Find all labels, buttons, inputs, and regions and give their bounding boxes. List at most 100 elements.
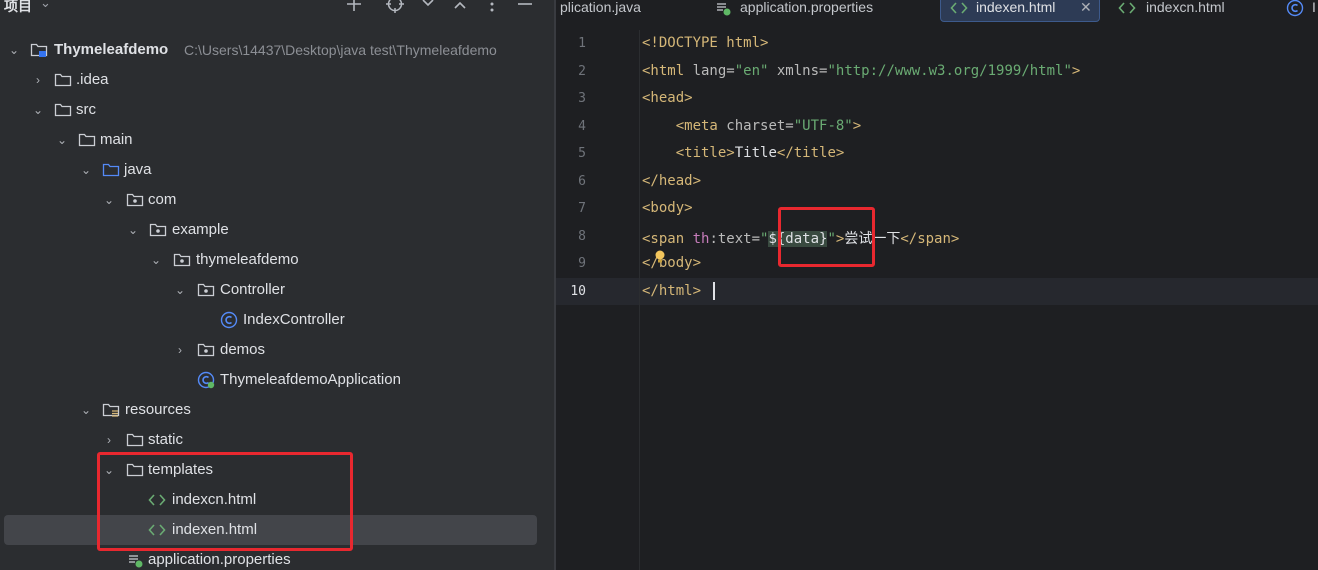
collapse-all-icon[interactable] [450, 0, 470, 14]
more-icon[interactable] [482, 0, 502, 14]
lightbulb-icon[interactable] [654, 250, 665, 263]
package-icon [197, 341, 215, 359]
tab-overflow-class[interactable]: I [1286, 0, 1318, 20]
chevron-down-icon[interactable]: ⌄ [54, 132, 70, 148]
code-token: </head> [642, 172, 702, 189]
chevron-right-icon[interactable]: › [101, 432, 117, 448]
tab-label: I [1312, 0, 1316, 15]
code-token: "en" [734, 62, 769, 79]
code-line[interactable]: </html> [642, 283, 701, 299]
tab-application-java[interactable]: plication.java [560, 0, 690, 20]
line-number[interactable]: 9 [556, 256, 586, 271]
code-line[interactable]: </body> [642, 255, 701, 271]
editor-tab-bar: plication.java application.properties in… [556, 0, 1318, 22]
code-token: </body> [642, 255, 702, 271]
tree-label: example [172, 221, 229, 238]
package-icon [173, 251, 191, 269]
spring-properties-icon [126, 551, 144, 569]
tab-application-properties[interactable]: application.properties [714, 0, 920, 20]
spring-properties-icon [714, 0, 732, 20]
chevron-down-icon[interactable]: ⌄ [148, 252, 164, 268]
minimize-icon[interactable] [515, 0, 535, 14]
tree-row-thymeleafdemo[interactable]: ⌄ thymeleafdemo [0, 245, 554, 275]
tree-row-idea[interactable]: › .idea [0, 65, 554, 95]
chevron-down-icon[interactable]: ⌄ [172, 282, 188, 298]
add-icon[interactable] [344, 0, 364, 14]
code-line[interactable]: <title>Title</title> [642, 145, 845, 161]
tree-row-root[interactable]: ⌄ Thymeleafdemo C:\Users\14437\Desktop\j… [0, 35, 554, 65]
code-token: <meta [675, 117, 727, 134]
module-folder-icon [30, 41, 48, 59]
package-icon [126, 191, 144, 209]
code-token: lang= [692, 62, 735, 79]
line-number[interactable]: 8 [556, 229, 586, 244]
code-token: <body> [642, 200, 693, 216]
tree-label-root: Thymeleafdemo [54, 41, 169, 58]
code-token: th [692, 230, 710, 247]
tree-label: java [124, 161, 152, 178]
code-editor[interactable]: 1 2 3 4 5 6 7 8 9 10 <!DOCTYPE html> <html lang="e… [556, 30, 1318, 570]
code-line[interactable]: <!DOCTYPE html> [642, 35, 768, 51]
class-icon [1286, 0, 1304, 20]
tab-indexcn-html[interactable]: indexcn.html [1118, 0, 1258, 20]
code-token: <head> [642, 90, 693, 106]
tree-label: .idea [76, 71, 109, 88]
tree-row-resources[interactable]: ⌄ resources [0, 395, 554, 425]
tree-row-main[interactable]: ⌄ main [0, 125, 554, 155]
line-number[interactable]: 1 [556, 36, 586, 51]
tree-row-demos[interactable]: › demos [0, 335, 554, 365]
code-token: <!DOCTYPE html> [642, 35, 769, 51]
tree-label: Controller [220, 281, 286, 298]
tab-label: indexcn.html [1146, 0, 1225, 15]
code-line[interactable]: <head> [642, 90, 693, 106]
line-number[interactable]: 5 [556, 146, 586, 161]
folder-icon [126, 431, 144, 449]
tab-indexen-html[interactable]: indexen.html ✕ [940, 0, 1100, 22]
tab-label: application.properties [740, 0, 874, 15]
locate-icon[interactable] [385, 0, 405, 14]
tab-label: indexen.html [976, 0, 1056, 15]
line-number[interactable]: 2 [556, 64, 586, 79]
folder-icon [54, 71, 72, 89]
chevron-down-icon[interactable]: ⌄ [78, 402, 94, 418]
class-icon [220, 311, 238, 329]
chevron-down-icon[interactable]: ⌄ [125, 222, 141, 238]
chevron-right-icon[interactable]: › [30, 72, 46, 88]
expand-all-icon[interactable] [418, 0, 438, 14]
chevron-down-icon[interactable]: ⌄ [40, 0, 51, 11]
code-line[interactable]: <body> [642, 200, 693, 216]
tree-row-com[interactable]: ⌄ com [0, 185, 554, 215]
tree-row-application-class[interactable]: ThymeleafdemoApplication [0, 365, 554, 395]
resources-folder-icon [102, 401, 120, 419]
line-number[interactable]: 10 [556, 284, 586, 299]
tree-label: application.properties [148, 551, 291, 568]
project-panel-title[interactable]: 项目 [4, 0, 32, 16]
chevron-down-icon[interactable]: ⌄ [101, 192, 117, 208]
tree-row-indexcontroller[interactable]: IndexController [0, 305, 554, 335]
tree-row-java[interactable]: ⌄ java [0, 155, 554, 185]
code-token: > [1071, 62, 1081, 79]
close-icon[interactable]: ✕ [1080, 0, 1092, 16]
tree-row-example[interactable]: ⌄ example [0, 215, 554, 245]
tree-row-controller[interactable]: ⌄ Controller [0, 275, 554, 305]
code-token: </title> [776, 145, 845, 161]
chevron-down-icon[interactable]: ⌄ [78, 162, 94, 178]
code-token: charset= [726, 117, 794, 134]
code-token: Title [734, 145, 777, 161]
code-line[interactable]: </head> [642, 173, 701, 189]
chevron-right-icon[interactable]: › [172, 342, 188, 358]
line-number[interactable]: 6 [556, 174, 586, 189]
code-line[interactable]: <html lang="en" xmlns="http://www.w3.org… [642, 63, 1080, 79]
chevron-down-icon[interactable]: ⌄ [30, 102, 46, 118]
line-number[interactable]: 3 [556, 91, 586, 106]
code-line[interactable]: <meta charset="UTF-8"> [642, 118, 861, 134]
chevron-down-icon[interactable]: ⌄ [6, 42, 22, 58]
spring-app-class-icon [197, 371, 215, 389]
tree-row-src[interactable]: ⌄ src [0, 95, 554, 125]
line-number[interactable]: 4 [556, 119, 586, 134]
line-number[interactable]: 7 [556, 201, 586, 216]
html-file-icon [1118, 0, 1136, 20]
tree-row-static[interactable]: › static [0, 425, 554, 455]
